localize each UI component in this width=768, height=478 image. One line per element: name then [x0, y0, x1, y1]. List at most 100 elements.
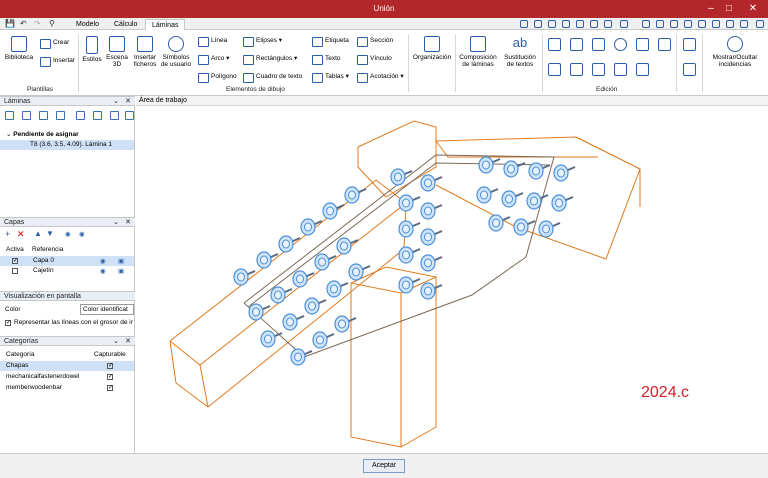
minimize-icon[interactable]: –	[702, 2, 720, 16]
organizacion-button[interactable]: Organización	[411, 36, 453, 61]
move-icon[interactable]	[592, 38, 605, 51]
eye-icon[interactable]: ◉	[100, 267, 106, 275]
layout-icon[interactable]	[684, 20, 692, 28]
mirror-icon[interactable]	[636, 38, 649, 51]
crear-button[interactable]: Crear	[40, 38, 69, 49]
accept-button[interactable]: Aceptar	[363, 459, 405, 473]
checkbox[interactable]	[12, 268, 18, 274]
window-icon[interactable]	[642, 20, 650, 28]
window-icon[interactable]	[656, 20, 664, 28]
simbolos-button[interactable]: Símbolos de usuario	[160, 36, 192, 68]
poligono-button[interactable]: Polígono	[198, 72, 237, 83]
mostrar-incidencias-button[interactable]: Mostrar/Ocultar incidencias	[705, 36, 765, 68]
escena3d-button[interactable]: Escena 3D	[104, 36, 130, 68]
tab-laminas[interactable]: Láminas	[145, 19, 186, 30]
table-row[interactable]: Cajetín ◉ ▣	[0, 266, 134, 276]
seccion-button[interactable]: Sección	[357, 36, 393, 47]
tablas-button[interactable]: Tablas ▾	[312, 72, 349, 83]
maximize-icon[interactable]: □	[720, 2, 738, 16]
save-icon[interactable]: 💾	[5, 19, 15, 28]
lock-icon[interactable]: ◉	[79, 230, 85, 238]
texto-button[interactable]: Texto	[312, 54, 341, 65]
snap-icon[interactable]	[592, 63, 605, 76]
checkbox[interactable]: ✓	[12, 258, 18, 264]
redo-icon[interactable]: ↷	[34, 19, 41, 28]
layout-icon[interactable]	[670, 20, 678, 28]
lock-icon[interactable]: ▣	[118, 257, 124, 265]
checkbox[interactable]: ✓	[107, 363, 113, 369]
insertar-ficheros-button[interactable]: Insertar ficheros	[131, 36, 159, 68]
zoom-icon[interactable]: ⚲	[49, 19, 55, 28]
edit-sheet-icon[interactable]	[56, 111, 65, 120]
composicion-button[interactable]: Composición de láminas	[458, 36, 498, 68]
pencil-icon[interactable]	[548, 38, 561, 51]
move-down-icon[interactable]: ▼	[46, 229, 54, 238]
close-icon[interactable]: ✕	[125, 337, 131, 346]
copy-icon[interactable]	[570, 38, 583, 51]
layout-icon[interactable]	[726, 20, 734, 28]
align-icon[interactable]	[614, 63, 627, 76]
chevron-down-icon[interactable]: ⌄	[113, 218, 119, 227]
tree-item-selected[interactable]: T8 (3.6, 3.5, 4.09). Lámina 1	[0, 140, 134, 150]
view-icon[interactable]	[576, 20, 584, 28]
lock-icon[interactable]: ▣	[118, 267, 124, 275]
estilos-button[interactable]: Estilos	[81, 36, 103, 63]
table-row[interactable]: Chapas ✓	[0, 361, 134, 371]
delete-sheet-icon[interactable]	[76, 111, 85, 120]
table-row[interactable]: memberwoodenbar ✓	[0, 383, 134, 393]
close-icon[interactable]: ✕	[744, 2, 762, 16]
view-icon[interactable]	[520, 20, 528, 28]
delete-layer-icon[interactable]: ✕	[17, 229, 25, 240]
checkbox[interactable]: ✓	[107, 374, 113, 380]
work-area[interactable]: Área de trabajo 2024.c	[136, 96, 768, 453]
rotate-icon[interactable]	[614, 38, 627, 51]
arco-button[interactable]: Arco ▾	[198, 54, 229, 65]
layout-icon[interactable]	[740, 20, 748, 28]
3d-model-view[interactable]: 2024.c	[136, 107, 768, 453]
print-icon[interactable]	[93, 111, 102, 120]
checkbox[interactable]: ✓	[107, 385, 113, 391]
elipses-button[interactable]: Elipses ▾	[243, 36, 282, 47]
move-down-icon[interactable]	[125, 111, 134, 120]
tab-calculo[interactable]: Cálculo	[108, 19, 143, 30]
add-layer-icon[interactable]: +	[5, 229, 10, 239]
layout-icon[interactable]	[712, 20, 720, 28]
etiqueta-button[interactable]: Etiqueta	[312, 36, 349, 47]
edit-icon[interactable]	[548, 63, 561, 76]
cuadro-texto-button[interactable]: Cuadro de texto	[243, 72, 302, 83]
close-icon[interactable]: ✕	[125, 218, 131, 227]
scale-icon[interactable]	[570, 63, 583, 76]
view-icon[interactable]	[534, 20, 542, 28]
acotacion-button[interactable]: Acotación ▾	[357, 72, 404, 83]
move-up-icon[interactable]: ▲	[34, 229, 42, 238]
chevron-down-icon[interactable]: ⌄	[113, 337, 119, 346]
linea-button[interactable]: Línea	[198, 36, 227, 47]
layout-icon[interactable]	[698, 20, 706, 28]
close-icon[interactable]: ✕	[125, 97, 131, 106]
view-icon[interactable]	[604, 20, 612, 28]
view-icon[interactable]	[562, 20, 570, 28]
add-sheet-icon[interactable]	[5, 111, 14, 120]
new-sheet-icon[interactable]	[22, 111, 31, 120]
vinculo-button[interactable]: Vínculo	[357, 54, 392, 65]
biblioteca-button[interactable]: Biblioteca	[4, 36, 34, 61]
chevron-down-icon[interactable]: ⌄	[113, 97, 119, 106]
view-icon[interactable]	[548, 20, 556, 28]
tree-group-pendiente[interactable]: ⌄ Pendiente de asignar	[6, 130, 79, 138]
layout-icon[interactable]	[756, 20, 764, 28]
copy-sheet-icon[interactable]	[39, 111, 48, 120]
tab-modelo[interactable]: Modelo	[70, 19, 105, 30]
insertar-button[interactable]: Insertar	[40, 56, 75, 67]
trim-icon[interactable]	[636, 63, 649, 76]
table-row[interactable]: ✓ Capa 0 ◉ ▣	[0, 256, 134, 266]
pan-icon[interactable]	[590, 20, 598, 28]
rectangulos-button[interactable]: Rectángulos ▾	[243, 54, 297, 65]
color-select[interactable]: Color identificat	[80, 304, 134, 315]
eye-icon[interactable]: ◉	[100, 257, 106, 265]
checkbox[interactable]: ✓	[5, 320, 11, 326]
undo-icon[interactable]: ↶	[20, 19, 27, 28]
sustitucion-button[interactable]: ab Sustitución de textos	[500, 36, 540, 69]
delete-icon[interactable]	[658, 38, 671, 51]
cube-icon[interactable]	[683, 63, 696, 76]
layer-icon[interactable]	[683, 38, 696, 51]
